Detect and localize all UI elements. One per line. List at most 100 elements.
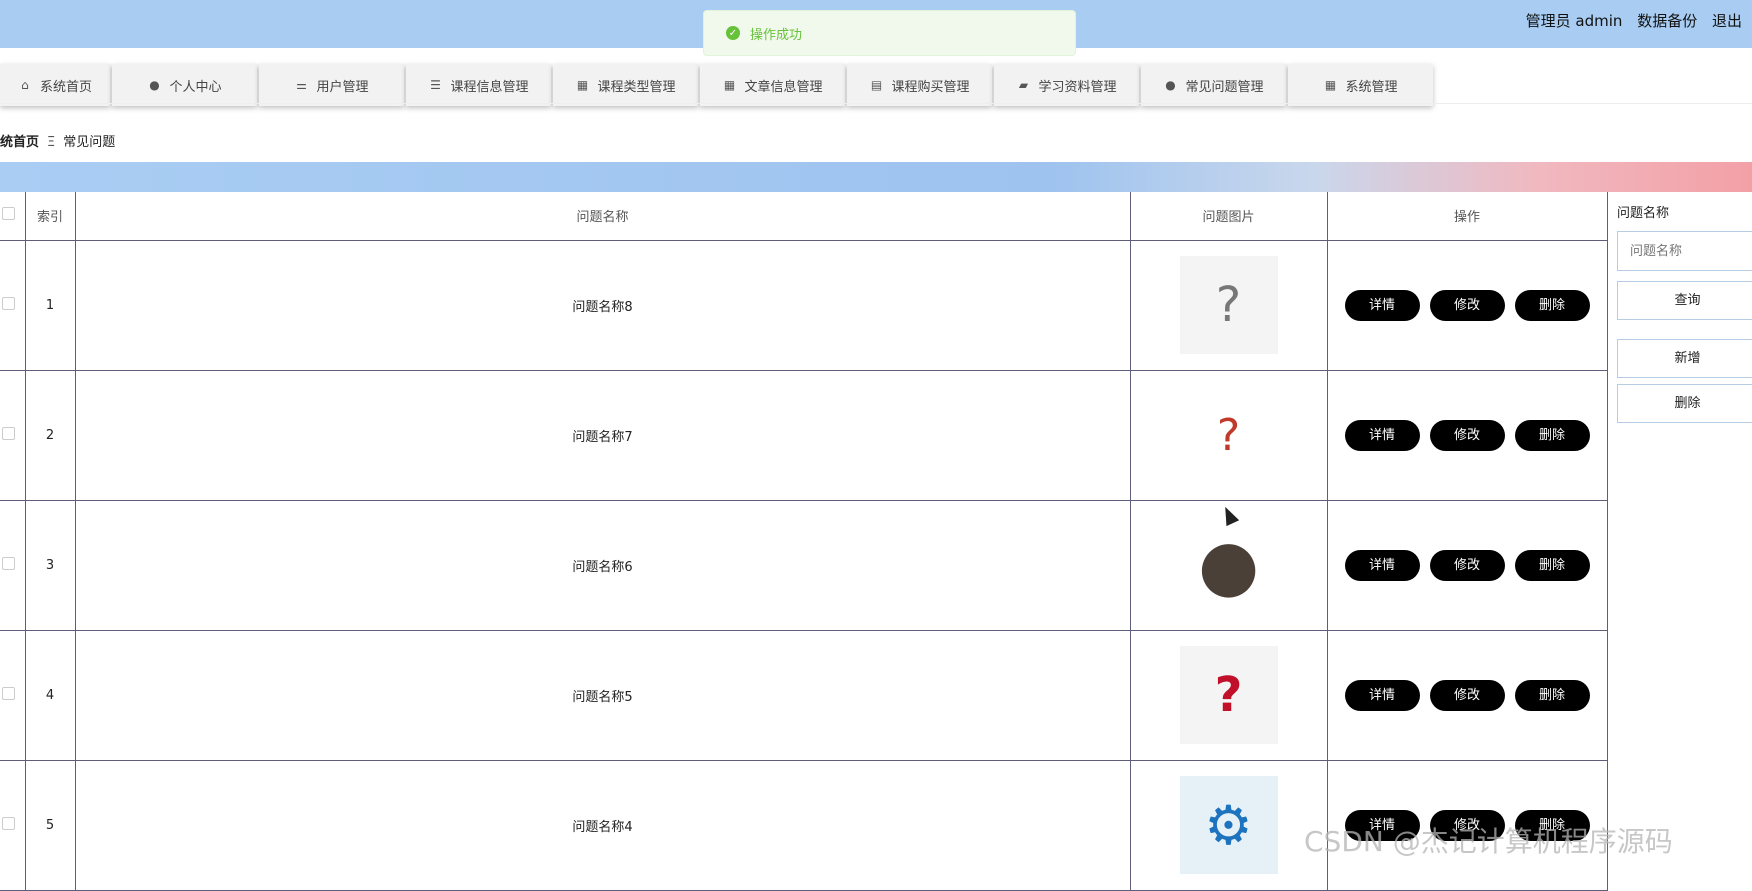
nav-item-materials[interactable]: ▰ 学习资料管理 — [994, 64, 1139, 106]
grid-icon: ▦ — [576, 78, 589, 92]
dark-circle-image: ● — [1179, 516, 1278, 614]
nav-label: 文章信息管理 — [744, 79, 823, 95]
header-actions: 操作 — [1326, 192, 1608, 241]
row-index: 1 — [24, 239, 76, 371]
gradient-banner — [0, 162, 1752, 192]
select-all-checkbox[interactable] — [1, 207, 15, 221]
nav-label: 学习资料管理 — [1038, 79, 1117, 95]
nav-label: 课程购买管理 — [891, 79, 970, 95]
delete-button[interactable]: 删除 — [1514, 549, 1590, 581]
confused-man-image: ? — [1179, 386, 1278, 484]
nav-label: 课程信息管理 — [450, 79, 529, 95]
add-button[interactable]: 新增 — [1617, 339, 1752, 378]
header-image: 问题图片 — [1129, 192, 1328, 241]
query-button[interactable]: 查询 — [1617, 281, 1752, 320]
row-checkbox[interactable] — [1, 686, 15, 700]
image-glyph: ⚙ — [1204, 793, 1253, 857]
header-name: 问题名称 — [74, 192, 1131, 241]
nav-label: 课程类型管理 — [597, 79, 676, 95]
detail-button[interactable]: 详情 — [1344, 549, 1420, 581]
row-image-cell: ? — [1129, 239, 1328, 371]
nav-item-articles[interactable]: ▦ 文章信息管理 — [700, 64, 845, 106]
table-header-row: 索引 问题名称 问题图片 操作 — [0, 192, 1608, 241]
user-icon: ● — [1165, 78, 1176, 92]
row-index: 3 — [24, 499, 76, 631]
row-checkbox[interactable] — [1, 556, 15, 570]
nav-label: 常见问题管理 — [1185, 79, 1264, 95]
nav-item-purchases[interactable]: ▤ 课程购买管理 — [847, 64, 992, 106]
breadcrumb-separator: Ξ — [47, 135, 56, 150]
batch-delete-button[interactable]: 删除 — [1617, 384, 1752, 423]
breadcrumb-home[interactable]: 统首页 — [0, 135, 39, 150]
row-index: 5 — [24, 759, 76, 891]
delete-button[interactable]: 删除 — [1514, 679, 1590, 711]
edit-button[interactable]: 修改 — [1429, 419, 1505, 451]
sliders-icon: ⚌ — [296, 78, 307, 92]
detail-button[interactable]: 详情 — [1344, 679, 1420, 711]
nav-item-course-info[interactable]: ☰ 课程信息管理 — [406, 64, 551, 106]
search-input[interactable] — [1617, 231, 1752, 271]
nav-item-system[interactable]: ▦ 系统管理 — [1288, 64, 1433, 106]
row-checkbox[interactable] — [1, 816, 15, 830]
row-select-cell — [0, 369, 26, 501]
row-name: 问题名称5 — [74, 629, 1131, 761]
nav-divider — [0, 103, 1752, 104]
row-index: 2 — [24, 369, 76, 501]
watermark: CSDN @杰记计算机程序源码 — [1304, 825, 1673, 858]
user-icon: ● — [149, 78, 160, 92]
row-actions: 详情 修改 删除 — [1326, 499, 1608, 631]
nav-label: 用户管理 — [316, 79, 369, 95]
top-nav: ⌂ 系统首页 ● 个人中心 ⚌ 用户管理 ☰ 课程信息管理 ▦ 课程类型管理 ▦ 文章信息管… — [0, 64, 1435, 106]
ticket-icon: ▰ — [1018, 78, 1029, 92]
faq-table: 索引 问题名称 问题图片 操作 1 问题名称8 ? 详情 修改 删除 2 问题名称7… — [0, 192, 1608, 891]
nav-item-home[interactable]: ⌂ 系统首页 — [0, 64, 110, 106]
breadcrumb: 统首页 Ξ 常见问题 — [0, 131, 115, 150]
edit-button[interactable]: 修改 — [1429, 549, 1505, 581]
grid-icon: ▦ — [1324, 78, 1337, 92]
chart-icon: ▤ — [870, 78, 883, 92]
edit-button[interactable]: 修改 — [1429, 289, 1505, 321]
edit-button[interactable]: 修改 — [1429, 679, 1505, 711]
table-row: 1 问题名称8 ? 详情 修改 删除 — [0, 239, 1608, 371]
search-label: 问题名称 — [1617, 206, 1670, 221]
search-panel: 问题名称 查询 新增 删除 — [1617, 202, 1752, 423]
row-name: 问题名称8 — [74, 239, 1131, 371]
logout-link[interactable]: 退出 — [1712, 12, 1742, 30]
nav-item-profile[interactable]: ● 个人中心 — [112, 64, 257, 106]
gear-person-image: ⚙ — [1179, 776, 1278, 874]
image-glyph: ? — [1215, 277, 1242, 333]
question-mark-people-image: ? — [1179, 646, 1278, 744]
nav-item-faq[interactable]: ● 常见问题管理 — [1141, 64, 1286, 106]
apps-icon: ▦ — [723, 78, 736, 92]
row-actions: 详情 修改 删除 — [1326, 369, 1608, 501]
row-name: 问题名称4 — [74, 759, 1131, 891]
image-glyph: ? — [1214, 667, 1243, 723]
check-circle-icon: ✓ — [726, 26, 740, 40]
row-name: 问题名称7 — [74, 369, 1131, 501]
delete-button[interactable]: 删除 — [1514, 289, 1590, 321]
breadcrumb-current: 常见问题 — [63, 135, 116, 150]
admin-username: 管理员 admin — [1525, 12, 1623, 30]
nav-label: 系统管理 — [1345, 79, 1398, 95]
list-icon: ☰ — [430, 78, 441, 92]
header-index: 索引 — [24, 192, 76, 241]
detail-button[interactable]: 详情 — [1344, 289, 1420, 321]
nav-label: 系统首页 — [39, 79, 92, 95]
table-row: 3 问题名称6 ● 详情 修改 删除 — [0, 499, 1608, 631]
nav-item-course-type[interactable]: ▦ 课程类型管理 — [553, 64, 698, 106]
backup-link[interactable]: 数据备份 — [1637, 12, 1697, 30]
home-icon: ⌂ — [21, 78, 29, 92]
delete-button[interactable]: 删除 — [1514, 419, 1590, 451]
detail-button[interactable]: 详情 — [1344, 419, 1420, 451]
select-all-cell — [0, 192, 26, 241]
row-image-cell: ? — [1129, 629, 1328, 761]
person-question-sketch-image: ? — [1179, 256, 1278, 354]
header-user-area: 管理员 admin 数据备份 退出 — [1526, 10, 1752, 31]
row-select-cell — [0, 499, 26, 631]
row-checkbox[interactable] — [1, 426, 15, 440]
row-select-cell — [0, 239, 26, 371]
row-checkbox[interactable] — [1, 296, 15, 310]
toast-message: 操作成功 — [750, 27, 803, 43]
row-name: 问题名称6 — [74, 499, 1131, 631]
nav-item-users[interactable]: ⚌ 用户管理 — [259, 64, 404, 106]
